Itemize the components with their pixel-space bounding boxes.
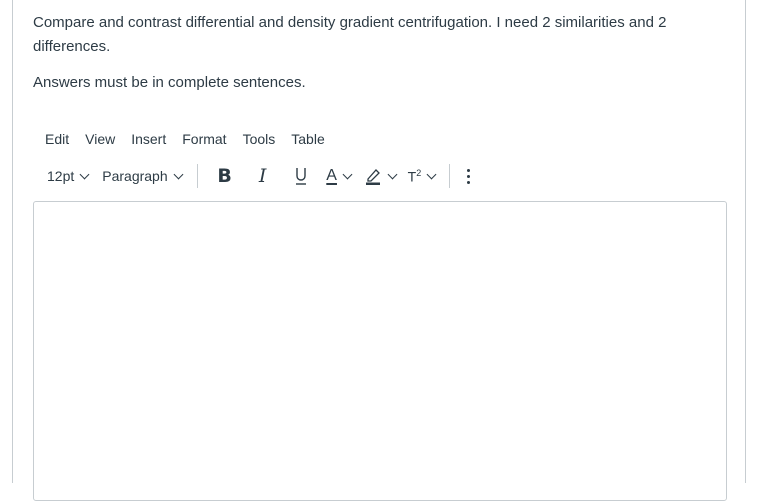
- more-options-icon[interactable]: [458, 163, 478, 189]
- menu-table[interactable]: Table: [291, 129, 324, 149]
- editor-toolbar: 12pt Paragraph B I A T2: [40, 163, 478, 189]
- question-prompt: Compare and contrast differential and de…: [33, 14, 667, 55]
- question-text: Compare and contrast differential and de…: [33, 11, 733, 95]
- highlighter-icon: [365, 169, 380, 185]
- highlight-color-button[interactable]: [358, 163, 402, 189]
- chevron-down-icon[interactable]: [426, 169, 437, 179]
- bold-button[interactable]: B: [206, 163, 244, 189]
- toolbar-divider: [449, 164, 451, 188]
- toolbar-divider: [196, 164, 198, 188]
- font-color-icon: A: [326, 167, 337, 184]
- menu-tools[interactable]: Tools: [243, 129, 276, 149]
- block-format-select[interactable]: Paragraph: [95, 163, 188, 189]
- font-color-button[interactable]: A: [320, 163, 358, 189]
- question-instruction: Answers must be in complete sentences.: [33, 74, 306, 91]
- italic-button[interactable]: I: [244, 163, 282, 189]
- underline-button[interactable]: [282, 163, 320, 189]
- menu-edit[interactable]: Edit: [45, 129, 69, 149]
- menu-format[interactable]: Format: [182, 129, 226, 149]
- superscript-letter: T: [407, 168, 417, 185]
- superscript-button[interactable]: T2: [402, 163, 442, 189]
- font-size-value: 12pt: [47, 168, 75, 184]
- superscript-icon: T2: [408, 168, 422, 185]
- underline-icon: [295, 168, 306, 185]
- block-format-value: Paragraph: [102, 168, 168, 184]
- chevron-down-icon: [79, 169, 90, 179]
- menu-view[interactable]: View: [85, 129, 115, 149]
- italic-icon: I: [258, 165, 267, 187]
- font-size-select[interactable]: 12pt: [40, 163, 95, 189]
- editor-menubar: Edit View Insert Format Tools Table: [45, 129, 341, 149]
- chevron-down-icon: [173, 169, 184, 179]
- chevron-down-icon[interactable]: [342, 169, 353, 179]
- bold-icon: B: [217, 165, 232, 187]
- rich-text-editor-area[interactable]: [33, 201, 727, 501]
- menu-insert[interactable]: Insert: [131, 129, 166, 149]
- superscript-mark: 2: [416, 167, 422, 178]
- chevron-down-icon[interactable]: [387, 169, 398, 179]
